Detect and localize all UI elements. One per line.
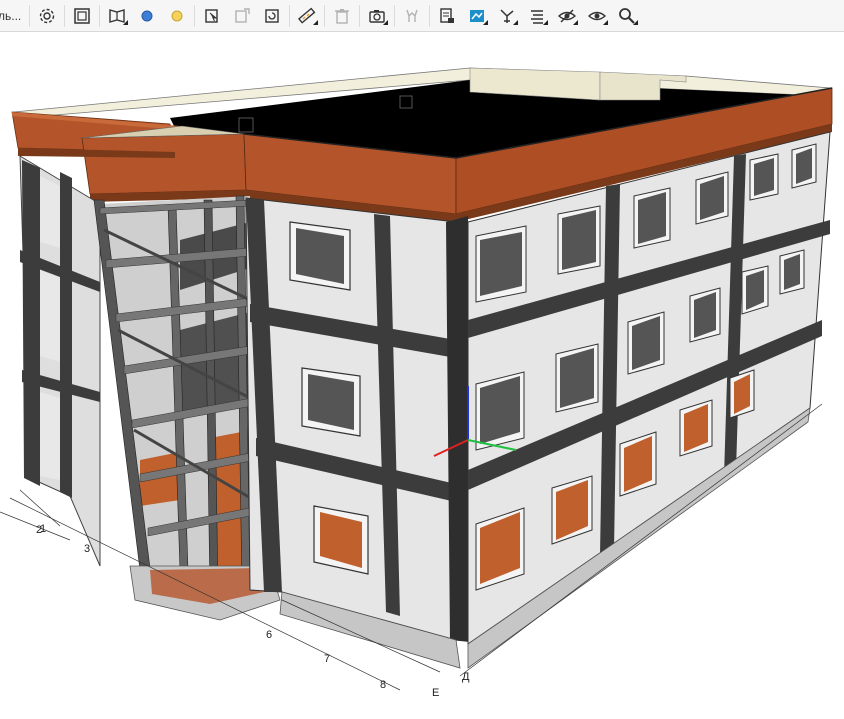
grid-axis-label-2: 2: [36, 524, 42, 536]
right-wall: [467, 131, 831, 669]
dropdown-arrow-icon: [383, 19, 389, 25]
toolbar-separator: [394, 4, 396, 27]
figure-button[interactable]: [397, 2, 427, 30]
left-wall: [19, 155, 101, 567]
delete-trash-icon: [335, 8, 350, 24]
frame-view-button[interactable]: [67, 2, 97, 30]
grid-axis-label-8: 8: [380, 679, 386, 691]
hide-eye-button[interactable]: [552, 2, 582, 30]
element-select-icon: [205, 8, 218, 23]
top-toolbar: ль...: [0, 0, 844, 32]
stair-parapet: [81, 133, 247, 195]
building-model-view[interactable]: 1 2 3 6 7 8 Е Д: [0, 33, 844, 714]
grid-axis-label-3: 3: [84, 543, 90, 555]
dropdown-arrow-icon: [313, 19, 319, 25]
blue-point-button[interactable]: [132, 2, 162, 30]
settings-icon: [40, 8, 55, 23]
dropdown-arrow-icon: [543, 19, 549, 25]
report-button[interactable]: [432, 2, 462, 30]
dropdown-arrow-icon: [483, 19, 489, 25]
toolbar-separator: [429, 4, 431, 27]
report-icon: [440, 7, 455, 23]
camera-snapshot-button[interactable]: [362, 2, 392, 30]
toolbar-separator: [194, 4, 196, 27]
render-mode-button[interactable]: [462, 2, 492, 30]
element-select-button[interactable]: [197, 2, 227, 30]
toolbar-separator: [99, 4, 101, 27]
dropdown-arrow-icon: [513, 19, 519, 25]
blue-point-icon: [141, 10, 153, 21]
dropdown-arrow-icon: [633, 19, 639, 25]
grid-axis-letter-e: Е: [432, 687, 439, 699]
toolbar-separator: [64, 4, 66, 27]
yellow-point-button[interactable]: [162, 2, 192, 30]
truncated-menu-label[interactable]: ль...: [0, 9, 27, 23]
measure-ruler-button[interactable]: [292, 2, 322, 30]
dropdown-arrow-icon: [123, 19, 129, 25]
element-rotate-button[interactable]: [257, 2, 287, 30]
settings-button[interactable]: [32, 2, 62, 30]
element-move-icon: [235, 7, 250, 23]
3d-viewport[interactable]: 1 2 3 6 7 8 Е Д: [0, 33, 844, 714]
toolbar-separator: [359, 4, 361, 27]
delete-button[interactable]: [327, 2, 357, 30]
toolbar-separator: [289, 4, 291, 27]
list-levels-button[interactable]: [522, 2, 552, 30]
grid-axis-label-7: 7: [324, 653, 330, 665]
show-eye-button[interactable]: [582, 2, 612, 30]
toolbar-separator: [324, 4, 326, 27]
yellow-point-icon: [171, 10, 183, 21]
zoom-search-button[interactable]: [612, 2, 642, 30]
figure-icon: [406, 9, 418, 22]
dropdown-arrow-icon: [573, 19, 579, 25]
grid-axis-letter-d: Д: [462, 671, 470, 683]
frame-view-icon: [74, 7, 91, 24]
element-move-button[interactable]: [227, 2, 257, 30]
section-view-button[interactable]: [102, 2, 132, 30]
element-rotate-icon: [265, 8, 279, 23]
toolbar-separator: [29, 4, 31, 27]
axes-transform-button[interactable]: [492, 2, 522, 30]
dropdown-arrow-icon: [603, 19, 609, 25]
grid-axis-label-6: 6: [266, 629, 272, 641]
